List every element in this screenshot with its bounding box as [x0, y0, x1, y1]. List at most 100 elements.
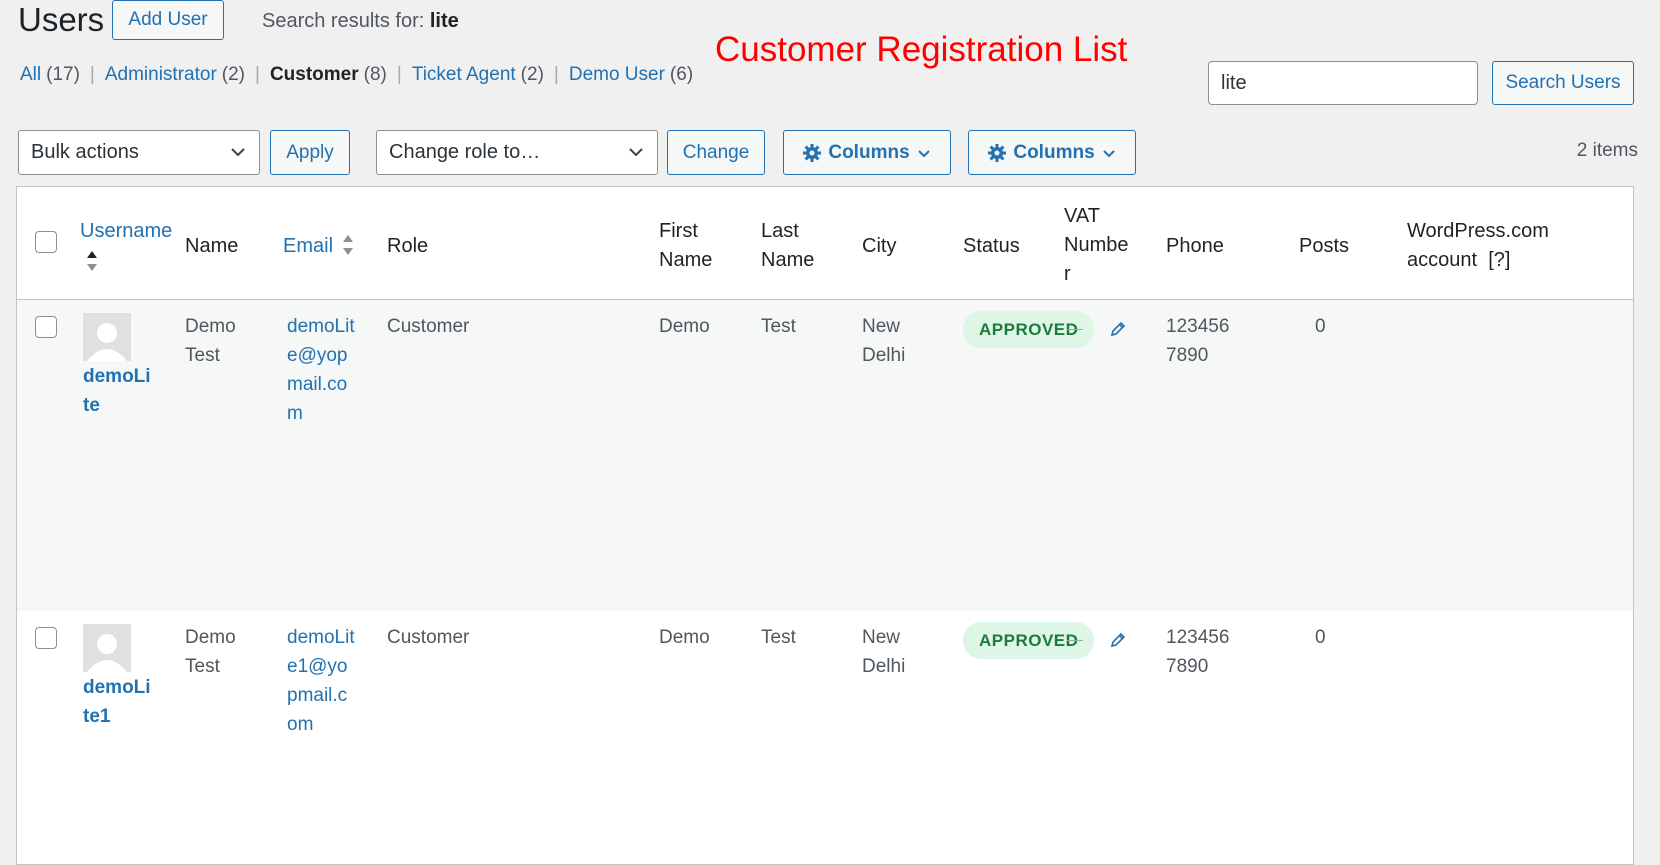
email-line: e1@yo	[287, 656, 348, 677]
gear-icon	[988, 143, 1007, 162]
separator: |	[255, 64, 260, 85]
table-header: Username Name Email Role First Name Last…	[17, 187, 1633, 300]
sort-arrows-icon	[87, 251, 97, 271]
column-username[interactable]: Username	[80, 217, 172, 246]
table-row: demoLi te Demo Test demoLit e@yop mail.c…	[17, 300, 1633, 611]
email-line: demoLit	[287, 316, 355, 337]
city-line: Delhi	[862, 345, 906, 366]
name-line: Test	[185, 656, 220, 677]
chevron-down-icon	[917, 149, 930, 157]
column-wpcom-line2: account [?]	[1407, 246, 1549, 275]
users-table: Username Name Email Role First Name Last…	[16, 186, 1634, 865]
filter-all[interactable]: All	[20, 64, 41, 86]
row-checkbox[interactable]	[35, 627, 57, 649]
columns-button[interactable]: Columns	[783, 130, 951, 175]
search-results-term: lite	[429, 10, 459, 32]
column-vat-line3: r	[1064, 263, 1071, 285]
wpcom-help-link[interactable]: [?]	[1488, 249, 1510, 271]
email-line: pmail.c	[287, 685, 348, 706]
search-users-button[interactable]: Search Users	[1492, 61, 1634, 105]
column-last-name: Last Name	[761, 217, 814, 275]
column-first-name: First Name	[659, 217, 712, 275]
column-role: Role	[387, 235, 429, 257]
page-title: Users	[18, 1, 105, 38]
separator: |	[553, 64, 559, 85]
role-filter-links: All (17) | Administrator (2) | Customer (8)…	[20, 64, 693, 86]
phone-line: 7890	[1166, 345, 1209, 366]
column-last-name-line2: Name	[761, 249, 815, 271]
posts-cell: 0	[1315, 316, 1326, 337]
city-line: New	[862, 627, 901, 648]
sort-arrows-icon	[343, 235, 353, 255]
last-name-cell: Test	[761, 316, 796, 337]
search-input[interactable]: lite	[1208, 61, 1478, 105]
role-cell: Customer	[387, 316, 470, 337]
column-wordpress-account: WordPress.com account [?]	[1407, 217, 1549, 275]
gear-icon	[803, 143, 822, 162]
chevron-down-icon	[1102, 149, 1115, 157]
avatar-placeholder-icon	[83, 313, 131, 361]
table-row: demoLi te1 Demo Test demoLit e1@yo pmail…	[17, 611, 1633, 864]
username-line: demoLi	[83, 677, 151, 698]
row-checkbox[interactable]	[35, 316, 57, 338]
column-last-name-line1: Last	[761, 220, 799, 242]
phone-line: 123456	[1166, 627, 1230, 648]
filter-customer-current[interactable]: Customer	[270, 64, 359, 86]
column-vat-line1: VAT	[1064, 205, 1100, 227]
annotation-title: Customer Registration List	[715, 30, 1128, 69]
pencil-icon[interactable]	[1109, 631, 1127, 649]
role-cell: Customer	[387, 627, 470, 648]
filter-demo-user[interactable]: Demo User	[569, 64, 665, 86]
filter-customer-count: (8)	[363, 64, 387, 85]
select-all-checkbox[interactable]	[35, 231, 57, 253]
column-status: Status	[963, 235, 1020, 257]
column-wpcom-label: account	[1407, 249, 1478, 271]
email-line: om	[287, 714, 314, 735]
column-phone: Phone	[1166, 235, 1224, 257]
avatar	[83, 624, 131, 672]
items-count: 2 items	[1576, 140, 1638, 161]
email-line: mail.co	[287, 374, 348, 395]
email-line: m	[287, 403, 303, 424]
change-role-select[interactable]: Change role to…	[376, 130, 658, 175]
filter-administrator[interactable]: Administrator	[105, 64, 217, 86]
name-cell: Demo Test	[185, 623, 236, 681]
columns-button[interactable]: Columns	[968, 130, 1136, 175]
name-cell: Demo Test	[185, 312, 236, 370]
username-line: demoLi	[83, 366, 151, 387]
email-line: e@yop	[287, 345, 348, 366]
change-role-value: Change role to…	[389, 141, 541, 163]
change-button[interactable]: Change	[667, 130, 765, 175]
column-wpcom-line1: WordPress.com	[1407, 220, 1549, 242]
search-results-label: Search results for: lite	[262, 10, 459, 33]
city-cell: New Delhi	[862, 312, 905, 370]
email-link[interactable]: demoLit e@yop mail.co m	[287, 312, 355, 428]
column-email[interactable]: Email	[283, 232, 333, 261]
column-first-name-line2: Name	[659, 249, 713, 271]
filter-all-count: (17)	[46, 64, 80, 85]
column-vat-number: VAT Numbe r	[1064, 202, 1128, 289]
column-posts: Posts	[1299, 235, 1350, 257]
username-link[interactable]: demoLi te	[83, 362, 151, 420]
filter-ticket-agent-count: (2)	[520, 64, 544, 85]
bulk-actions-value: Bulk actions	[31, 141, 139, 163]
separator: |	[396, 64, 402, 85]
email-link[interactable]: demoLit e1@yo pmail.c om	[287, 623, 355, 739]
city-line: Delhi	[862, 656, 906, 677]
phone-line: 123456	[1166, 316, 1230, 337]
username-link[interactable]: demoLi te1	[83, 673, 151, 731]
posts-cell: 0	[1315, 627, 1326, 648]
filter-ticket-agent[interactable]: Ticket Agent	[412, 64, 516, 86]
city-cell: New Delhi	[862, 623, 905, 681]
add-user-button[interactable]: Add User	[112, 0, 224, 40]
apply-button[interactable]: Apply	[270, 130, 350, 175]
username-line: te	[83, 395, 100, 416]
city-line: New	[862, 316, 901, 337]
column-name: Name	[185, 235, 239, 257]
pencil-icon[interactable]	[1109, 320, 1127, 338]
chevron-down-icon	[231, 148, 245, 157]
bulk-actions-select[interactable]: Bulk actions	[18, 130, 260, 175]
email-line: demoLit	[287, 627, 355, 648]
column-city: City	[862, 235, 897, 257]
chevron-down-icon	[629, 148, 643, 157]
